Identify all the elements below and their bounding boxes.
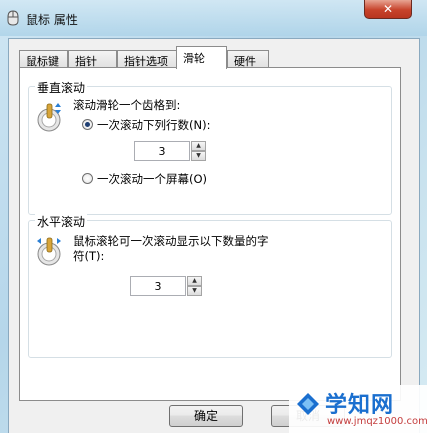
scroll-screen-label[interactable]: 一次滚动一个屏幕(O) [97,171,207,187]
group-title: 垂直滚动 [35,79,88,96]
chars-decrement-button[interactable]: ▼ [187,286,202,296]
dialog-client: 鼠标键 指针 指针选项 滑轮 硬件 垂直滚动 滚动滑轮一个齿格到: 一次滚动下列… [8,38,420,433]
watermark-url: www.jmqz1000.com [327,416,427,427]
mouse-icon [7,10,19,26]
wheel-panel: 垂直滚动 滚动滑轮一个齿格到: 一次滚动下列行数(N): ▲ ▼ [19,67,401,401]
watermark-title: 学知网 [325,393,395,418]
logo-icon [297,393,319,415]
arrow-up-icon: ▲ [192,277,197,284]
horizontal-description-line1: 鼠标滚轮可一次滚动显示以下数量的字 [73,234,269,248]
tab-pointers[interactable]: 指针 [68,50,117,68]
tab-wheel[interactable]: 滑轮 [176,46,227,69]
horizontal-scrolling-group: 水平滚动 鼠标滚轮可一次滚动显示以下数量的字 符(T): ▲ ▼ [28,213,392,358]
tab-hardware[interactable]: 硬件 [227,50,269,68]
vertical-scrolling-group: 垂直滚动 滚动滑轮一个齿格到: 一次滚动下列行数(N): ▲ ▼ [28,79,392,215]
chars-increment-button[interactable]: ▲ [187,276,202,286]
tab-pointer-options[interactable]: 指针选项 [117,50,177,68]
chars-input[interactable] [130,276,186,296]
lines-spinner: ▲ ▼ [134,141,206,161]
lines-spin-buttons: ▲ ▼ [191,141,206,161]
lines-decrement-button[interactable]: ▼ [191,151,206,161]
scroll-lines-label[interactable]: 一次滚动下列行数(N): [97,117,210,133]
tab-buttons[interactable]: 鼠标键 [19,50,68,68]
group-title: 水平滚动 [35,213,88,230]
close-icon: ✕ [382,2,394,16]
close-button[interactable]: ✕ [364,0,412,19]
scroll-lines-radio[interactable] [82,119,93,130]
arrow-down-icon: ▼ [196,152,201,159]
arrow-up-icon: ▲ [196,142,201,149]
window-title: 鼠标 属性 [26,13,78,27]
horizontal-description-line2: 符(T): [73,249,105,263]
lines-increment-button[interactable]: ▲ [191,141,206,151]
chars-spinner: ▲ ▼ [130,276,202,296]
lines-input[interactable] [134,141,190,161]
tab-label: 滑轮 [183,52,205,65]
scroll-screen-radio[interactable] [82,173,93,184]
ok-button[interactable]: 确定 [169,405,243,427]
vertical-wheel-icon [37,103,61,132]
title-bar[interactable]: 鼠标 属性 ✕ [0,0,427,36]
arrow-down-icon: ▼ [192,287,197,294]
watermark: 学知网 www.jmqz1000.com [289,385,427,433]
chars-spin-buttons: ▲ ▼ [187,276,202,296]
vertical-description: 滚动滑轮一个齿格到: [73,98,181,112]
horizontal-wheel-icon [37,237,61,266]
